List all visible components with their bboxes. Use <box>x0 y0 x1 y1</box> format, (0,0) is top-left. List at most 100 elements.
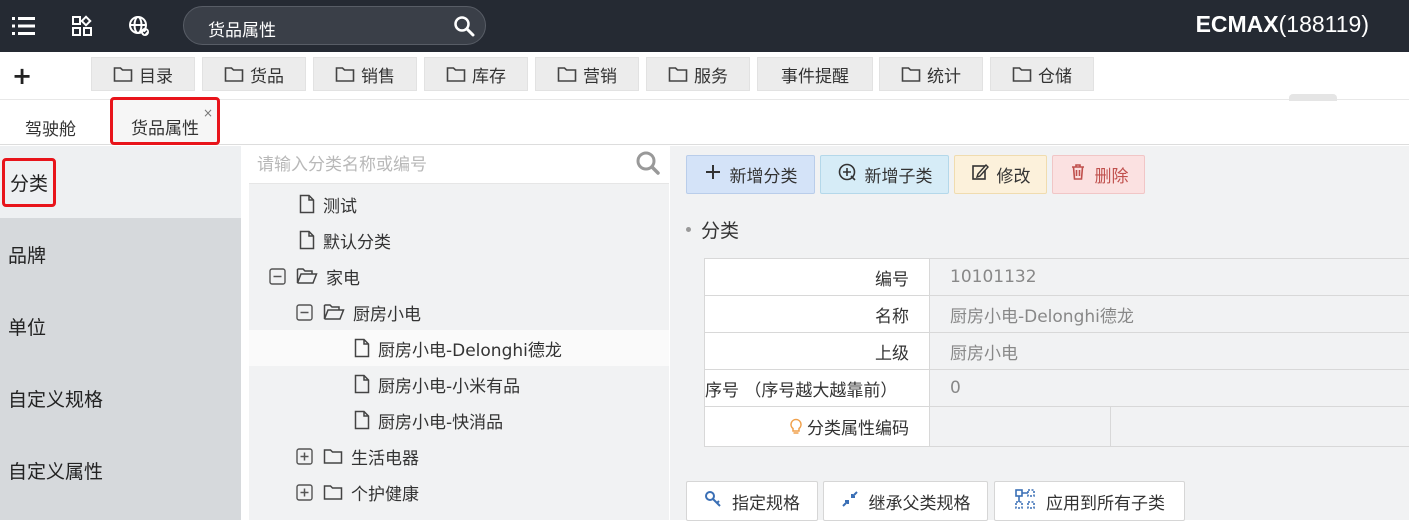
button-label: 新增分类 <box>729 167 798 187</box>
tree-node-label: 家电 <box>326 268 360 289</box>
folder-icon <box>323 447 343 465</box>
sidebar-item-custom-attribute[interactable]: 自定义属性 <box>0 434 241 506</box>
sidebar-item-label: 分类 <box>2 157 57 207</box>
menu-item-3[interactable]: 库存 <box>424 57 528 91</box>
file-icon <box>354 410 370 430</box>
field-value: 厨房小电 <box>930 333 1409 369</box>
inherit-parent-spec-button[interactable]: 继承父类规格 <box>823 481 988 521</box>
folder-icon <box>113 65 133 83</box>
tab-label: 货品属性 <box>131 118 199 139</box>
file-icon <box>299 194 315 214</box>
close-icon[interactable]: × <box>203 106 213 120</box>
apply-to-all-subcategories-button[interactable]: 应用到所有子类 <box>994 481 1185 521</box>
tree-node-label: 厨房小电-Delonghi德龙 <box>378 340 562 361</box>
folder-icon <box>224 65 244 83</box>
list-icon[interactable] <box>10 12 38 40</box>
field-label: 序号 （序号越大越靠前） <box>704 370 930 406</box>
add-subcategory-button[interactable]: 新增子类 <box>820 155 949 194</box>
field-label: 上级 <box>704 333 930 369</box>
tree-node[interactable]: 测试 <box>249 186 669 222</box>
edit-button[interactable]: 修改 <box>954 155 1047 194</box>
menu-item-8[interactable]: 仓储 <box>990 57 1094 91</box>
add-child-icon <box>837 162 857 187</box>
sidebar-item-label: 自定义规格 <box>8 388 104 411</box>
sidebar-item-category[interactable]: 分类 <box>0 146 241 218</box>
menu-item-label: 统计 <box>927 66 961 87</box>
search-icon[interactable] <box>635 150 661 180</box>
tree-node-label: 生活电器 <box>351 448 419 469</box>
menu-item-4[interactable]: 营销 <box>535 57 639 91</box>
field-label-text: 分类属性编码 <box>807 419 909 439</box>
global-search-input[interactable]: 货品属性 <box>208 16 276 41</box>
field-label: 分类属性编码 <box>704 407 930 446</box>
sidebar-item-unit[interactable]: 单位 <box>0 290 241 362</box>
tree-search-input[interactable] <box>257 152 627 178</box>
page-tabs: 驾驶舱 货品属性 × <box>0 97 1409 145</box>
form-row-code: 编号 10101132 <box>704 259 1409 296</box>
field-label: 名称 <box>704 296 930 332</box>
menu-item-label: 服务 <box>694 66 728 87</box>
expand-icon[interactable] <box>296 483 313 501</box>
expand-icon[interactable] <box>296 447 313 465</box>
specify-spec-button[interactable]: 指定规格 <box>686 481 818 521</box>
file-icon <box>354 338 370 358</box>
field-value[interactable] <box>930 407 1409 446</box>
menu-item-1[interactable]: 货品 <box>202 57 306 91</box>
folder-icon <box>323 483 343 501</box>
collapse-icon[interactable] <box>296 303 313 321</box>
sidebar-item-label: 单位 <box>8 316 47 339</box>
menu-item-label: 目录 <box>139 66 173 87</box>
add-shortcut-button[interactable]: + <box>12 62 32 90</box>
tree-node[interactable]: 厨房小电-快消品 <box>249 402 669 438</box>
delete-button[interactable]: 删除 <box>1052 155 1145 194</box>
collapse-icon[interactable] <box>269 267 286 285</box>
tab-product-attributes[interactable]: 货品属性 × <box>110 97 220 145</box>
menu-item-label: 货品 <box>250 66 284 87</box>
menu-item-label: 事件提醒 <box>781 66 849 87</box>
button-label: 新增子类 <box>864 167 933 187</box>
field-value: 厨房小电-Delonghi德龙 <box>930 296 1409 332</box>
tree-node-label: 个护健康 <box>351 484 419 505</box>
account-brand[interactable]: ECMAX(188119) <box>1196 11 1369 38</box>
plus-icon <box>704 163 722 186</box>
compress-icon <box>841 490 859 513</box>
form-row-name: 名称 厨房小电-Delonghi德龙 <box>704 296 1409 333</box>
tree-node[interactable]: 厨房小电-小米有品 <box>249 366 669 402</box>
top-bar: 货品属性 ECMAX(188119) <box>0 0 1409 52</box>
folder-open-icon <box>323 303 345 321</box>
tree-node-label: 厨房小电 <box>353 304 421 325</box>
menu-item-5[interactable]: 服务 <box>646 57 750 91</box>
search-icon[interactable] <box>453 15 475 41</box>
button-label: 修改 <box>996 167 1031 187</box>
global-search[interactable]: 货品属性 <box>183 6 486 45</box>
apps-icon[interactable] <box>68 12 96 40</box>
menu-item-2[interactable]: 销售 <box>313 57 417 91</box>
folder-icon <box>901 65 921 83</box>
globe-icon[interactable] <box>125 12 153 40</box>
sidebar-item-brand[interactable]: 品牌 <box>0 218 241 290</box>
menu-item-label: 仓储 <box>1038 66 1072 87</box>
menu-item-0[interactable]: 目录 <box>91 57 195 91</box>
tab-cockpit[interactable]: 驾驶舱 <box>25 109 76 145</box>
file-icon <box>299 230 315 250</box>
tree-node[interactable]: 厨房小电-Delonghi德龙 <box>249 330 669 366</box>
menu-item-6[interactable]: 事件提醒 <box>757 57 873 91</box>
attribute-code-cell[interactable] <box>930 407 1111 446</box>
menu-item-label: 销售 <box>361 66 395 87</box>
sidebar-item-custom-spec[interactable]: 自定义规格 <box>0 362 241 434</box>
field-label: 编号 <box>704 259 930 295</box>
tree-node[interactable]: 生活电器 <box>249 438 669 474</box>
tree-node[interactable]: 家电 <box>249 258 669 294</box>
tree-node[interactable]: 个护健康 <box>249 474 669 510</box>
attribute-sidebar: 分类 品牌 单位 自定义规格 自定义属性 <box>0 146 241 520</box>
add-category-button[interactable]: 新增分类 <box>686 155 815 194</box>
menu-item-7[interactable]: 统计 <box>879 57 983 91</box>
tree-node-label: 默认分类 <box>323 232 391 253</box>
tree-node[interactable]: 默认分类 <box>249 222 669 258</box>
button-label: 指定规格 <box>732 493 800 514</box>
button-label: 应用到所有子类 <box>1046 493 1165 514</box>
folder-icon <box>557 65 577 83</box>
field-value: 10101132 <box>930 259 1409 295</box>
tree-node[interactable]: 厨房小电 <box>249 294 669 330</box>
folder-open-icon <box>296 267 318 285</box>
